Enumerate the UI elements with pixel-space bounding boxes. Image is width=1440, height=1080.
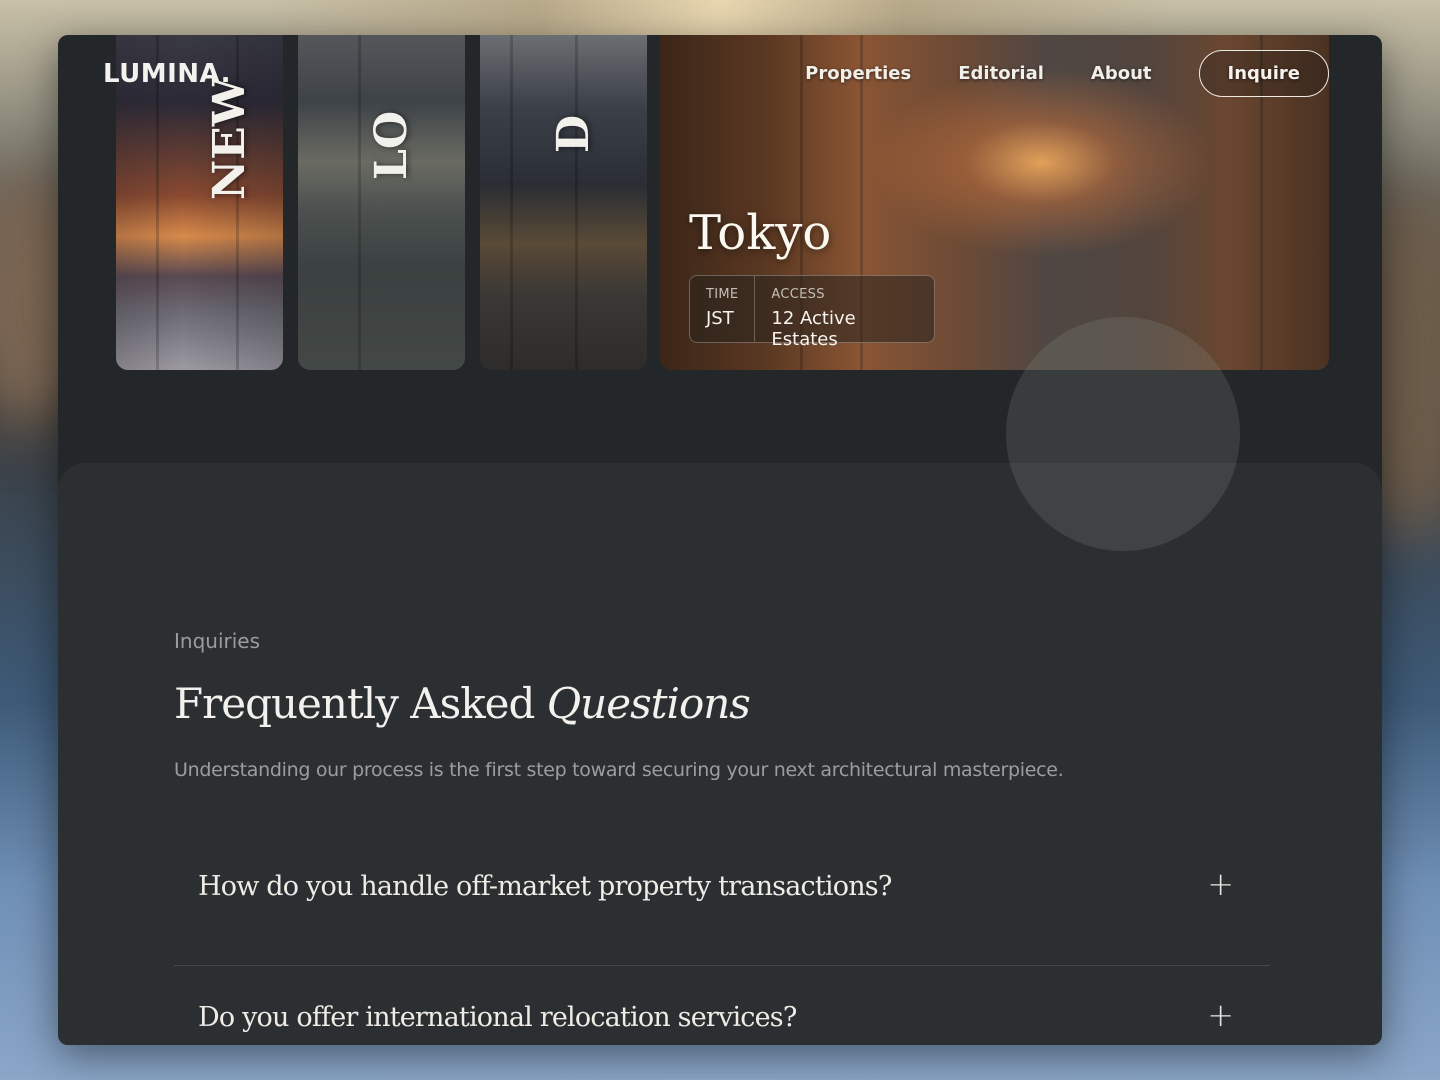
street-line <box>358 35 361 370</box>
faq-question: Do you offer international relocation se… <box>198 1002 797 1033</box>
brand-logo[interactable]: LUMINA. <box>103 59 231 89</box>
faq-question: How do you handle off-market property tr… <box>198 871 892 902</box>
inquire-button[interactable]: Inquire <box>1198 50 1329 97</box>
faq-divider <box>174 965 1270 966</box>
nav-link-editorial[interactable]: Editorial <box>958 63 1044 84</box>
city-card-label: LO <box>366 110 417 180</box>
city-card-dubai[interactable]: D <box>480 35 647 370</box>
browser-frame: NEW LO D Tokyo TIME JST ACCESS 12 Active… <box>58 35 1382 1045</box>
access-column: ACCESS 12 Active Estates <box>754 276 934 350</box>
tower-line <box>575 35 578 370</box>
city-card-label: D <box>548 114 599 153</box>
time-value: JST <box>706 308 734 329</box>
faq-heading-emphasis: Questions <box>546 679 751 728</box>
faq-item[interactable]: How do you handle off-market property tr… <box>174 839 1270 943</box>
access-value: 12 Active Estates <box>771 308 856 350</box>
section-eyebrow: Inquiries <box>174 629 261 653</box>
time-label: TIME <box>706 287 739 302</box>
faq-heading-main: Frequently Asked <box>174 679 535 728</box>
tower-line <box>510 35 513 370</box>
access-label: ACCESS <box>771 287 825 302</box>
faq-heading: Frequently Asked Questions <box>174 679 751 728</box>
faq-subtitle: Understanding our process is the first s… <box>174 759 1064 781</box>
city-card-london[interactable]: LO <box>298 35 465 370</box>
plus-icon[interactable]: + <box>1207 865 1234 903</box>
city-info-box: TIME JST ACCESS 12 Active Estates <box>689 275 935 350</box>
cursor-hover-circle <box>1006 317 1240 551</box>
city-card-label: NEW <box>204 76 255 200</box>
plus-icon[interactable]: + <box>1207 996 1234 1034</box>
faq-item[interactable]: Do you offer international relocation se… <box>174 970 1270 1045</box>
featured-city-title: Tokyo <box>689 205 832 261</box>
time-column: TIME JST <box>690 276 754 342</box>
nav-link-about[interactable]: About <box>1091 63 1152 84</box>
main-nav: Properties Editorial About Inquire <box>805 50 1329 97</box>
nav-link-properties[interactable]: Properties <box>805 63 911 84</box>
faq-section: Inquiries Frequently Asked Questions Und… <box>58 463 1382 1045</box>
